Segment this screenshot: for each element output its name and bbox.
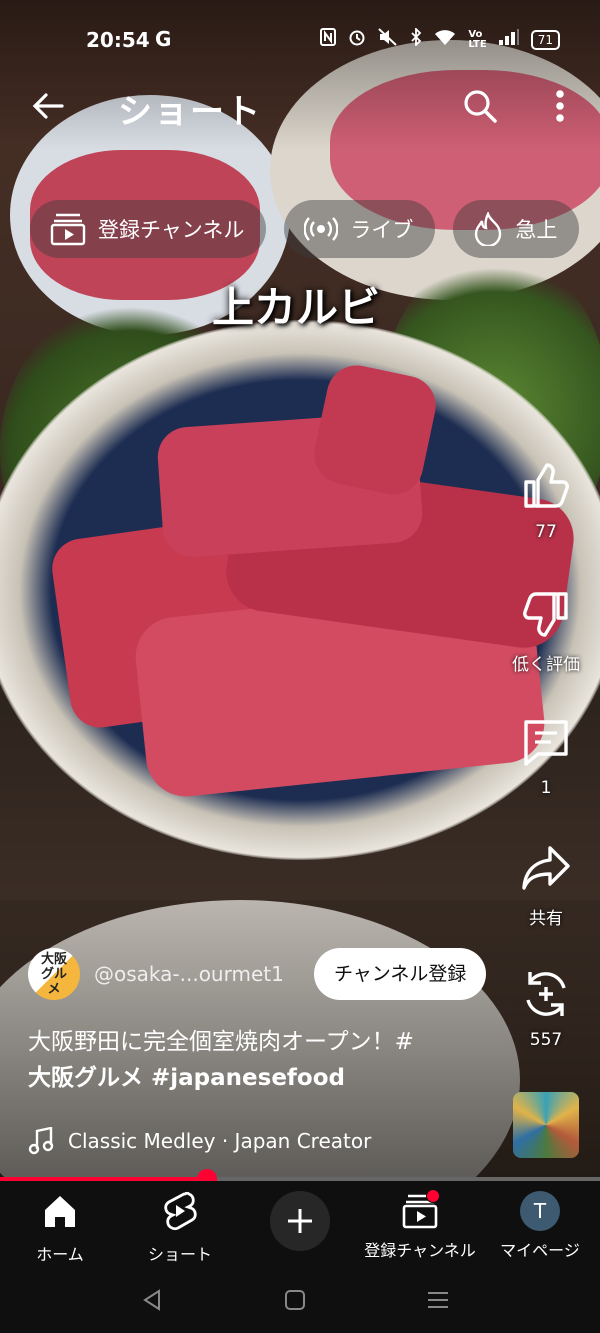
remix-icon	[526, 972, 566, 1016]
dislike-label: 低く評価	[512, 655, 580, 675]
nav-home[interactable]: ホーム	[0, 1191, 120, 1265]
shorts-icon	[164, 1191, 197, 1231]
chip-subscriptions[interactable]: 登録チャンネル	[30, 200, 267, 258]
comment-count: 1	[540, 778, 552, 798]
create-button[interactable]	[270, 1191, 330, 1251]
bluetooth-icon	[410, 26, 422, 51]
video-description[interactable]: 大阪野田に完全個室焼肉オープン！# 大阪グルメ #japanesefood	[28, 1024, 488, 1096]
nav-subscriptions-label: 登録チャンネル	[364, 1241, 476, 1260]
chip-label: 登録チャンネル	[98, 218, 245, 242]
battery-icon: 71	[530, 29, 560, 50]
nav-home-label: ホーム	[36, 1245, 84, 1264]
description-hashtags: 大阪グルメ #japanesefood	[28, 1065, 346, 1091]
status-icons: Vo LTE 71	[320, 26, 560, 51]
music-label: Classic Medley · Japan Creator	[68, 1129, 372, 1153]
like-count: 77	[535, 522, 557, 542]
system-recents-button[interactable]	[423, 1285, 453, 1315]
trending-icon	[475, 212, 502, 246]
back-button[interactable]	[28, 86, 68, 126]
music-row[interactable]: Classic Medley · Japan Creator	[28, 1124, 371, 1158]
dislike-button[interactable]: 低く評価	[506, 588, 586, 675]
share-label: 共有	[529, 909, 563, 929]
bottom-navigation: ホーム ショート 登録チャンネル T マイページ	[0, 1181, 600, 1267]
chip-label: ライブ	[350, 218, 414, 242]
home-icon	[45, 1196, 75, 1227]
nav-shorts-label: ショート	[147, 1245, 212, 1264]
page-title: ショート	[118, 92, 262, 132]
chip-live[interactable]: ライブ	[284, 200, 436, 258]
comment-icon	[524, 720, 568, 766]
like-button[interactable]: 77	[506, 460, 586, 542]
live-icon	[304, 217, 339, 241]
subscriptions-icon	[50, 213, 86, 246]
subscribe-button[interactable]: チャンネル登録	[314, 948, 487, 1000]
nav-subscriptions[interactable]: 登録チャンネル	[360, 1189, 480, 1261]
search-icon	[464, 90, 497, 123]
channel-avatar-text: 大阪グルメ	[40, 951, 67, 997]
google-icon: G	[155, 27, 172, 51]
channel-avatar[interactable]: 大阪グルメ	[28, 948, 80, 1000]
status-time: 20:54	[86, 28, 150, 52]
system-navigation-bar	[0, 1267, 600, 1333]
music-note-icon	[28, 1127, 54, 1155]
wifi-icon	[434, 28, 456, 51]
arrow-left-icon	[32, 93, 64, 119]
thumb-up-icon	[524, 463, 569, 508]
chip-trending[interactable]: 急上	[453, 200, 580, 258]
status-bar: 20:54 G Vo LTE 71	[0, 0, 600, 80]
mute-icon	[378, 28, 398, 51]
chip-label: 急上	[515, 218, 558, 242]
nav-you[interactable]: T マイページ	[480, 1191, 600, 1261]
system-home-button[interactable]	[280, 1285, 310, 1315]
subscriptions-nav-icon-wrap	[400, 1189, 440, 1231]
alarm-icon	[348, 28, 366, 51]
system-back-button[interactable]	[138, 1285, 168, 1315]
share-icon	[522, 846, 570, 890]
triangle-back-icon	[143, 1289, 160, 1311]
search-button[interactable]	[460, 86, 500, 126]
nav-you-label: マイページ	[500, 1241, 580, 1260]
more-vert-icon	[556, 90, 564, 122]
volte-icon: Vo LTE	[468, 28, 487, 50]
channel-handle[interactable]: @osaka-...ourmet1	[94, 962, 284, 986]
thumb-down-icon	[523, 592, 568, 637]
comments-button[interactable]: 1	[506, 716, 586, 798]
music-thumbnail[interactable]	[513, 1092, 579, 1158]
top-app-bar: ショート	[0, 78, 600, 138]
square-home-icon	[285, 1290, 305, 1310]
menu-lines-icon	[428, 1292, 448, 1308]
nfc-icon	[320, 28, 337, 51]
share-button[interactable]: 共有	[506, 842, 586, 929]
video-caption: 上カルビ	[212, 283, 381, 332]
shorts-filter-chips: 登録チャンネル ライブ 急上	[30, 200, 580, 258]
plus-icon	[288, 1209, 312, 1233]
remix-button[interactable]: 557	[506, 968, 586, 1050]
remix-count: 557	[529, 1030, 563, 1050]
more-options-button[interactable]	[542, 86, 578, 126]
description-text: 大阪野田に完全個室焼肉オープン！#	[28, 1029, 414, 1055]
signal-icon	[498, 29, 519, 50]
nav-shorts[interactable]: ショート	[120, 1191, 240, 1265]
notification-dot	[426, 1189, 440, 1203]
channel-row: 大阪グルメ @osaka-...ourmet1 チャンネル登録	[28, 946, 498, 1002]
user-avatar: T	[520, 1191, 560, 1231]
